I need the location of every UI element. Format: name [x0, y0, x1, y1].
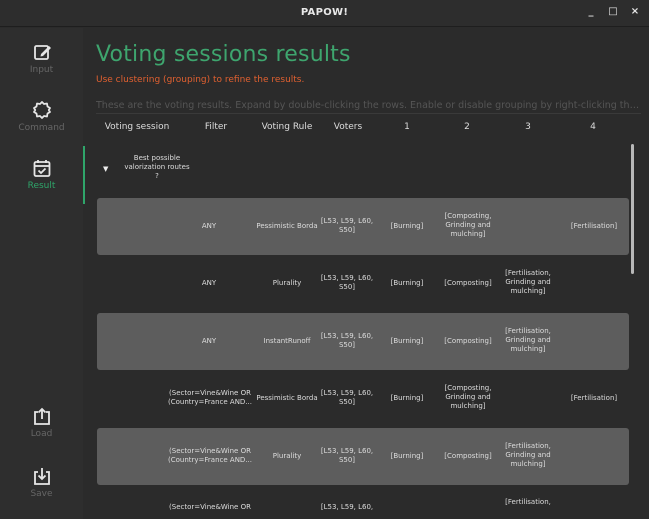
minimize-button[interactable]: _ [584, 5, 598, 19]
column-header-voting-session[interactable]: Voting session [101, 122, 173, 132]
cell-rank-1: [Burning] [390, 452, 424, 460]
divider [96, 113, 641, 114]
sidebar-item-result[interactable]: Result [0, 158, 83, 206]
sidebar-item-label: Result [27, 181, 56, 191]
table-row[interactable]: ANY Plurality [L53, L59, L60, S50] [Burn… [97, 255, 629, 312]
vertical-scrollbar[interactable] [631, 144, 634, 274]
cell-rank-2: [Composting, Grinding and mulching] [444, 384, 492, 410]
main-panel: Voting sessions results Use clustering (… [85, 28, 649, 519]
column-header-1[interactable]: 1 [397, 122, 417, 132]
cell-rank-1: [Burning] [390, 394, 424, 402]
cell-rank-4: [Fertilisation] [570, 394, 618, 402]
sidebar-item-label: Command [18, 123, 65, 133]
cell-rank-2: [Composting] [444, 337, 492, 345]
cell-filter: ANY [201, 222, 217, 230]
column-header-filter[interactable]: Filter [190, 122, 242, 132]
table-row[interactable]: ANY Pessimistic Borda [L53, L59, L60, S5… [97, 198, 629, 255]
cell-rule: InstantRunoff [263, 337, 311, 345]
sidebar-item-load[interactable]: Load [0, 406, 83, 454]
table-row[interactable]: ANY InstantRunoff [L53, L59, L60, S50] [… [97, 313, 629, 370]
cell-filter: ANY [201, 337, 217, 345]
close-button[interactable]: × [628, 5, 642, 19]
cell-filter: (Sector=Vine&Wine OR [169, 503, 251, 511]
cell-voters: [L53, L59, L60, [320, 503, 374, 511]
cell-rank-3: [Fertilisation, Grinding and mulching] [505, 442, 551, 468]
column-header-voting-rule[interactable]: Voting Rule [257, 122, 317, 132]
column-header-4[interactable]: 4 [583, 122, 603, 132]
table-row[interactable]: (Sector=Vine&Wine OR [L53, L59, L60, [Fe… [97, 486, 629, 519]
description-text: These are the voting results. Expand by … [96, 100, 641, 111]
cell-rank-3: [Fertilisation, Grinding and mulching] [505, 269, 551, 295]
sidebar: Input Command Result Load Save [0, 28, 83, 519]
upload-icon [33, 407, 50, 425]
cell-rank-1: [Burning] [390, 279, 424, 287]
column-header-2[interactable]: 2 [457, 122, 477, 132]
cell-voters: [L53, L59, L60, S50] [320, 447, 374, 464]
title-bar: PAPOW! _ □ × [0, 0, 649, 27]
cell-rank-3: [Fertilisation, [505, 498, 551, 506]
gear-icon [32, 101, 51, 119]
cell-rule: Plurality [272, 279, 302, 287]
table-row[interactable]: (Sector=Vine&Wine OR (Country=France AND… [97, 370, 629, 427]
cell-voters: [L53, L59, L60, S50] [320, 332, 374, 349]
cell-voters: [L53, L59, L60, S50] [320, 389, 374, 406]
sidebar-item-command[interactable]: Command [0, 100, 83, 148]
maximize-button[interactable]: □ [606, 5, 620, 19]
sidebar-item-label: Save [30, 489, 53, 499]
group-row[interactable]: ▼ Best possible valorization routes ? [96, 152, 190, 192]
calendar-check-icon [33, 160, 50, 177]
cell-rank-1: [Burning] [390, 222, 424, 230]
cell-rule: Plurality [272, 452, 302, 460]
sidebar-item-label: Load [30, 429, 53, 439]
table-row[interactable]: (Sector=Vine&Wine OR (Country=France AND… [97, 428, 629, 485]
cell-rule: Pessimistic Borda [256, 394, 318, 402]
page-title: Voting sessions results [96, 42, 351, 67]
sidebar-item-save[interactable]: Save [0, 466, 83, 514]
cell-rank-3: [Fertilisation, Grinding and mulching] [505, 327, 551, 353]
cell-filter: (Sector=Vine&Wine OR (Country=France AND… [168, 447, 252, 464]
cell-filter: ANY [201, 279, 217, 287]
edit-icon [33, 45, 51, 60]
cell-rank-2: [Composting, Grinding and mulching] [444, 212, 492, 238]
cell-filter: (Sector=Vine&Wine OR (Country=France AND… [168, 389, 252, 406]
sidebar-item-label: Input [29, 65, 54, 75]
caret-down-icon[interactable]: ▼ [103, 165, 108, 173]
cell-rule: Pessimistic Borda [256, 222, 318, 230]
window-title: PAPOW! [300, 7, 349, 18]
cell-rank-1: [Burning] [390, 337, 424, 345]
sidebar-item-input[interactable]: Input [0, 42, 83, 90]
cell-rank-4: [Fertilisation] [570, 222, 618, 230]
column-header-voters[interactable]: Voters [323, 122, 373, 132]
download-icon [33, 468, 50, 485]
cell-rank-2: [Composting] [444, 279, 492, 287]
cell-voters: [L53, L59, L60, S50] [320, 217, 374, 234]
hint-text: Use clustering (grouping) to refine the … [96, 75, 305, 85]
column-header-3[interactable]: 3 [518, 122, 538, 132]
cell-voters: [L53, L59, L60, S50] [320, 274, 374, 291]
cell-rank-2: [Composting] [444, 452, 492, 460]
group-label: Best possible valorization routes ? [124, 154, 190, 180]
